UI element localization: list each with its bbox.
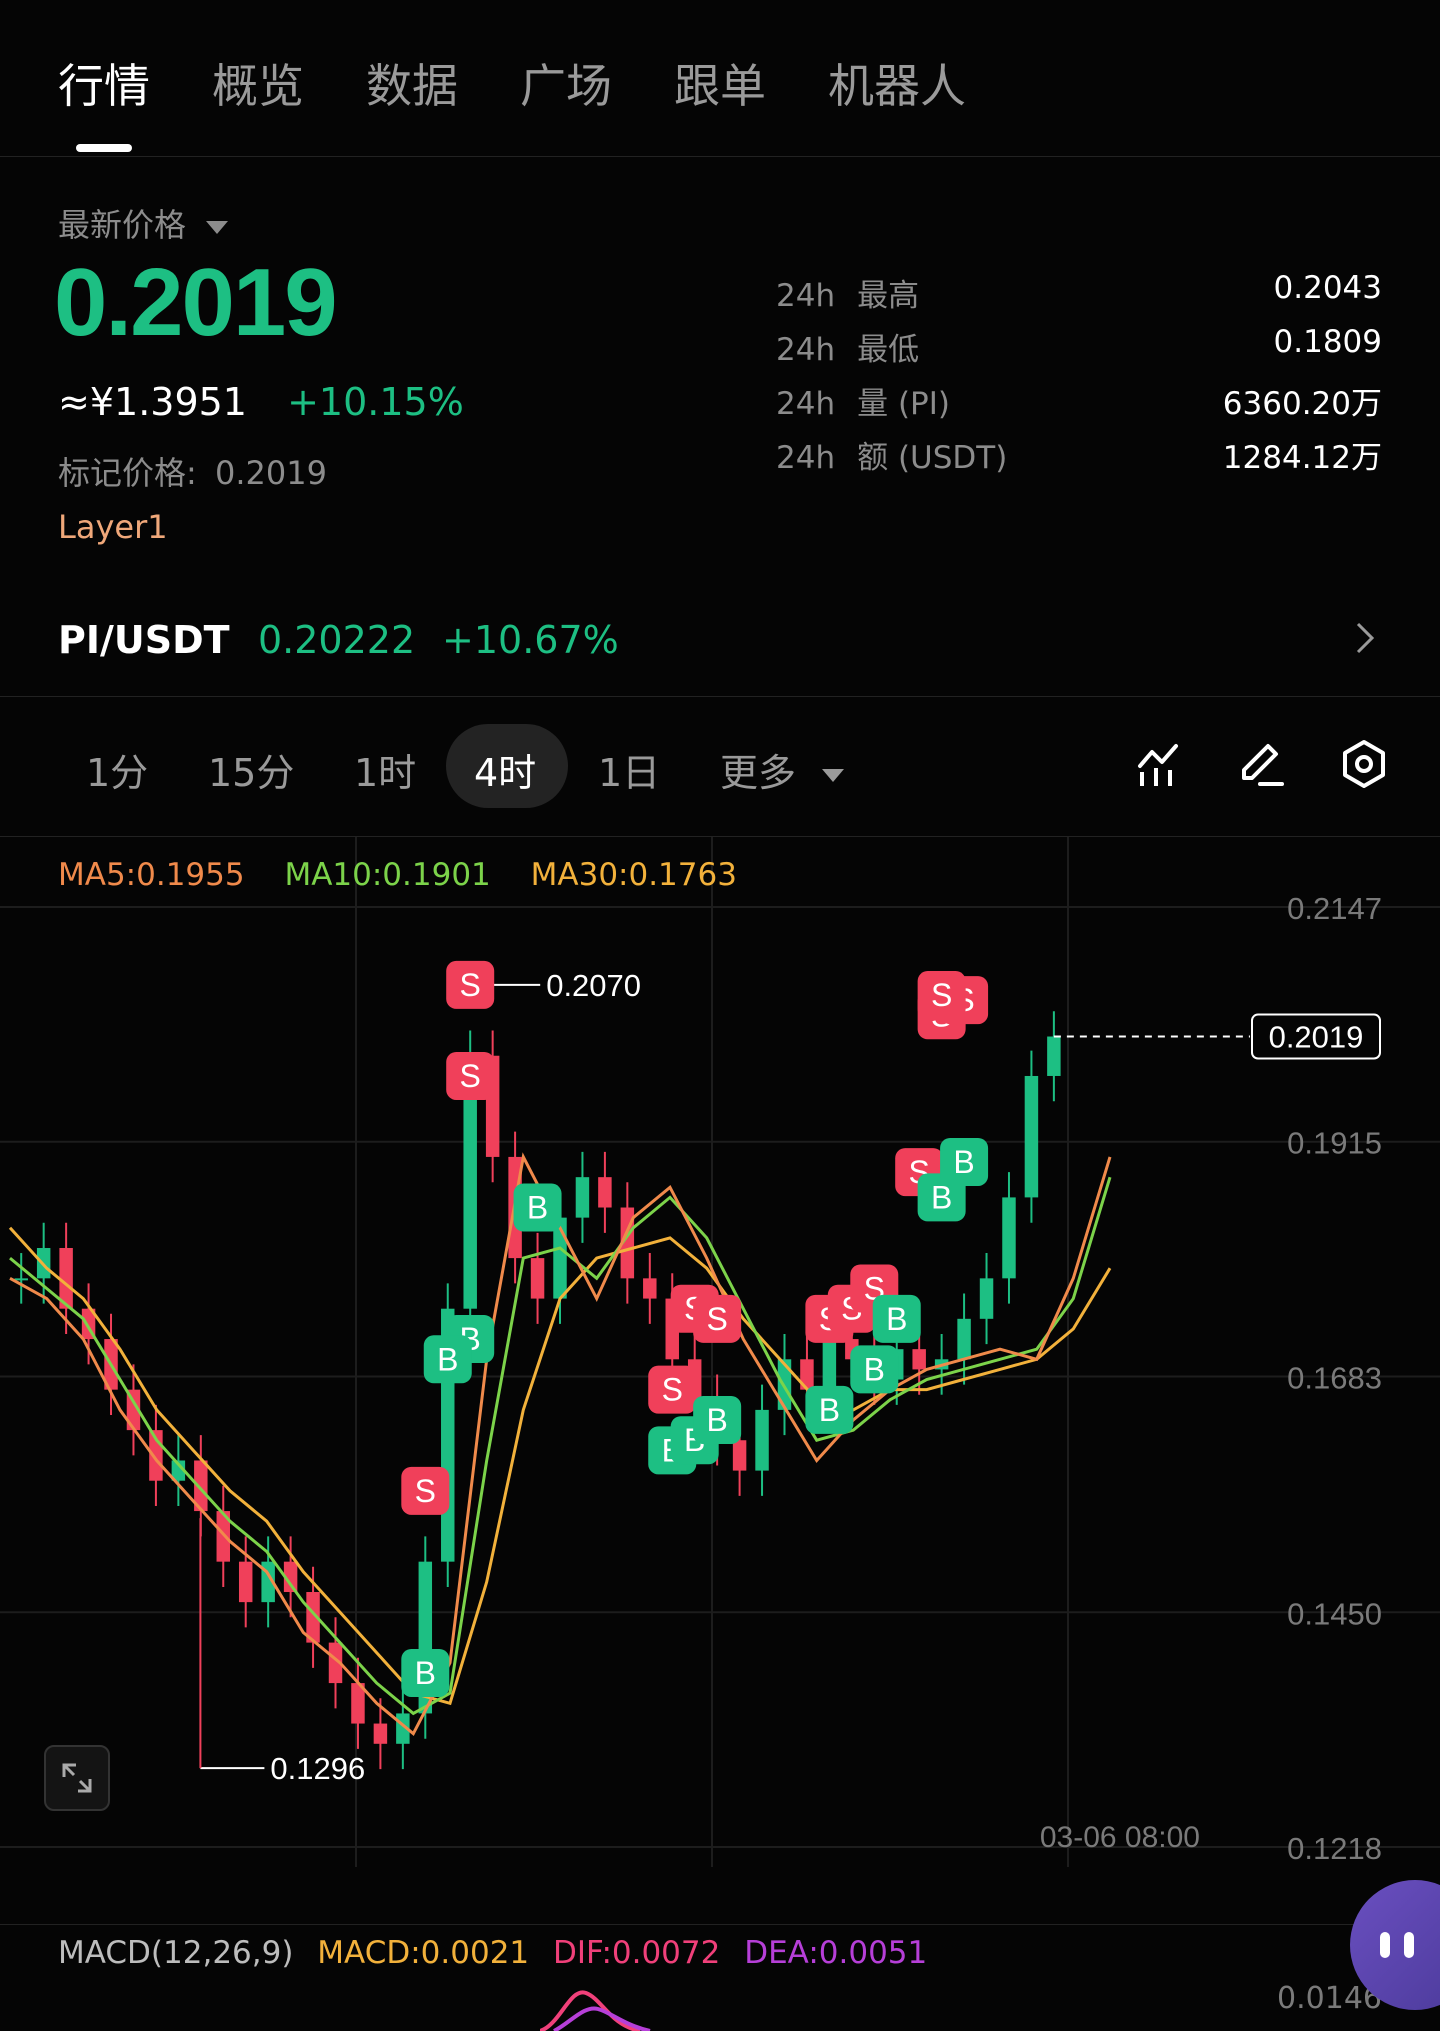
buy-marker-label: B: [437, 1341, 458, 1377]
ma5-label: MA5:0.1955: [58, 857, 245, 893]
candle-body: [373, 1723, 388, 1744]
candle-body: [732, 1440, 747, 1471]
candle-body: [1002, 1197, 1016, 1279]
indicator-icon[interactable]: [1134, 738, 1186, 790]
stat-low-value: 0.1809: [1273, 324, 1382, 360]
pause-bar-right: [1404, 1932, 1414, 1958]
timeframe-more[interactable]: 更多: [720, 742, 845, 797]
mark-price-label: 标记价格:: [58, 454, 197, 492]
sell-marker-label: S: [662, 1372, 683, 1408]
candle-body: [14, 1278, 28, 1281]
fullscreen-button[interactable]: [44, 1745, 110, 1811]
pair-change: +10.67%: [442, 618, 619, 662]
timeframe-1h[interactable]: 1时: [354, 742, 416, 797]
y-tick-label: 0.1450: [1287, 1596, 1382, 1631]
tab-market[interactable]: 行情: [58, 50, 150, 116]
candle-body: [598, 1177, 612, 1208]
sell-marker-label: S: [460, 967, 481, 1003]
timeframe-1m[interactable]: 1分: [86, 742, 148, 797]
sell-marker-label: S: [931, 977, 952, 1013]
category-tag[interactable]: Layer1: [58, 508, 168, 546]
price-change: +10.15%: [287, 380, 464, 424]
caret-down-icon: [822, 769, 845, 782]
y-tick-label: 0.1683: [1287, 1360, 1382, 1395]
low-price-label: 0.1296: [270, 1751, 365, 1786]
active-tab-indicator: [76, 144, 132, 152]
price-type-selector[interactable]: 最新价格: [58, 200, 229, 246]
settings-icon[interactable]: [1338, 738, 1390, 790]
macd-params: MACD(12,26,9): [58, 1935, 294, 1971]
chevron-right-icon: [1356, 622, 1375, 654]
macd-value: MACD:0.0021: [317, 1935, 530, 1971]
caret-down-icon: [206, 220, 229, 234]
ma10-label: MA10:0.1901: [284, 857, 491, 893]
buy-marker-label: B: [415, 1655, 436, 1691]
ma-legend: MA5:0.1955 MA10:0.1901 MA30:0.1763: [58, 857, 737, 893]
candle-body: [1024, 1075, 1039, 1198]
tab-bot[interactable]: 机器人: [828, 50, 966, 116]
candle-body: [822, 1339, 837, 1390]
stat-turnover-label: 24h 额 (USDT): [776, 440, 1008, 476]
high-price-label: 0.2070: [546, 968, 641, 1003]
tab-overview[interactable]: 概览: [212, 50, 304, 116]
buy-marker-label: B: [527, 1190, 548, 1226]
candle-body: [979, 1278, 994, 1319]
spot-pair-row[interactable]: PI/USDT 0.20222 +10.67%: [0, 600, 1440, 697]
price-type-label: 最新价格: [58, 206, 187, 244]
x-axis-label: 03-06 08:00: [1040, 1821, 1200, 1854]
y-tick-label: 0.1218: [1287, 1831, 1382, 1866]
buy-marker-label: B: [953, 1144, 974, 1180]
tab-copy-trade[interactable]: 跟单: [674, 50, 766, 116]
candle-body: [530, 1258, 545, 1299]
macd-panel: MACD(12,26,9) MACD:0.0021 DIF:0.0072 DEA…: [0, 1924, 1440, 2031]
ma30-label: MA30:0.1763: [530, 857, 737, 893]
stat-high-value: 0.2043: [1273, 270, 1382, 306]
top-tab-bar: 行情 概览 数据 广场 跟单 机器人: [0, 0, 1440, 157]
pair-price: 0.20222: [258, 618, 416, 662]
buy-marker-label: B: [819, 1392, 840, 1428]
kline-chart[interactable]: 0.2147 0.1915 0.1683 0.1450 0.1218 0.2070 0.12…: [0, 836, 1440, 1867]
buy-marker-label: B: [864, 1351, 885, 1387]
stat-turnover-value: 1284.12万: [1222, 440, 1382, 476]
y-tick-label: 0.2147: [1287, 891, 1382, 926]
dif-value: DIF:0.0072: [553, 1935, 721, 1971]
candle-body: [1047, 1036, 1061, 1076]
timeframe-more-label: 更多: [720, 751, 797, 795]
timeframe-1d[interactable]: 1日: [598, 742, 660, 797]
buy-marker-label: B: [706, 1402, 727, 1438]
candle-body: [912, 1349, 926, 1370]
timeframe-15m[interactable]: 15分: [208, 742, 294, 797]
stat-high-label: 24h 最高: [776, 278, 920, 314]
candle-body: [238, 1561, 253, 1603]
tab-square[interactable]: 广场: [520, 50, 612, 116]
stat-low-label: 24h 最低: [776, 332, 920, 368]
candle-body: [643, 1278, 657, 1299]
cny-price: ≈¥1.3951: [58, 380, 247, 424]
expand-icon: [62, 1763, 92, 1793]
stat-volume-label: 24h 量 (PI): [776, 386, 950, 422]
macd-lines: [540, 1990, 651, 2031]
mark-price-value: 0.2019: [214, 454, 327, 492]
last-price: 0.2019: [54, 249, 338, 356]
buy-marker-label: B: [886, 1301, 907, 1337]
pause-bar-left: [1380, 1932, 1390, 1958]
kline-svg[interactable]: 0.2147 0.1915 0.1683 0.1450 0.1218 0.2070 0.12…: [0, 837, 1440, 1867]
sell-marker-label: S: [415, 1473, 436, 1509]
sell-marker-label: S: [460, 1058, 481, 1094]
sell-marker-label: S: [706, 1301, 727, 1337]
candle-body: [755, 1409, 769, 1471]
dea-value: DEA:0.0051: [744, 1935, 928, 1971]
y-tick-label: 0.1915: [1287, 1126, 1382, 1161]
timeframe-4h[interactable]: 4时: [474, 742, 536, 797]
tab-data[interactable]: 数据: [366, 50, 458, 116]
candle-body: [957, 1318, 971, 1360]
pen-icon[interactable]: [1236, 738, 1288, 790]
mark-price-row: 标记价格: 0.2019: [58, 448, 327, 494]
price-sub-row: ≈¥1.3951 +10.15%: [58, 380, 464, 424]
macd-legend: MACD(12,26,9) MACD:0.0021 DIF:0.0072 DEA…: [58, 1935, 927, 1971]
stat-volume-value: 6360.20万: [1222, 386, 1382, 422]
pair-name: PI/USDT: [58, 618, 230, 662]
current-price-label: 0.2019: [1269, 1020, 1364, 1055]
candle-body: [575, 1177, 590, 1218]
